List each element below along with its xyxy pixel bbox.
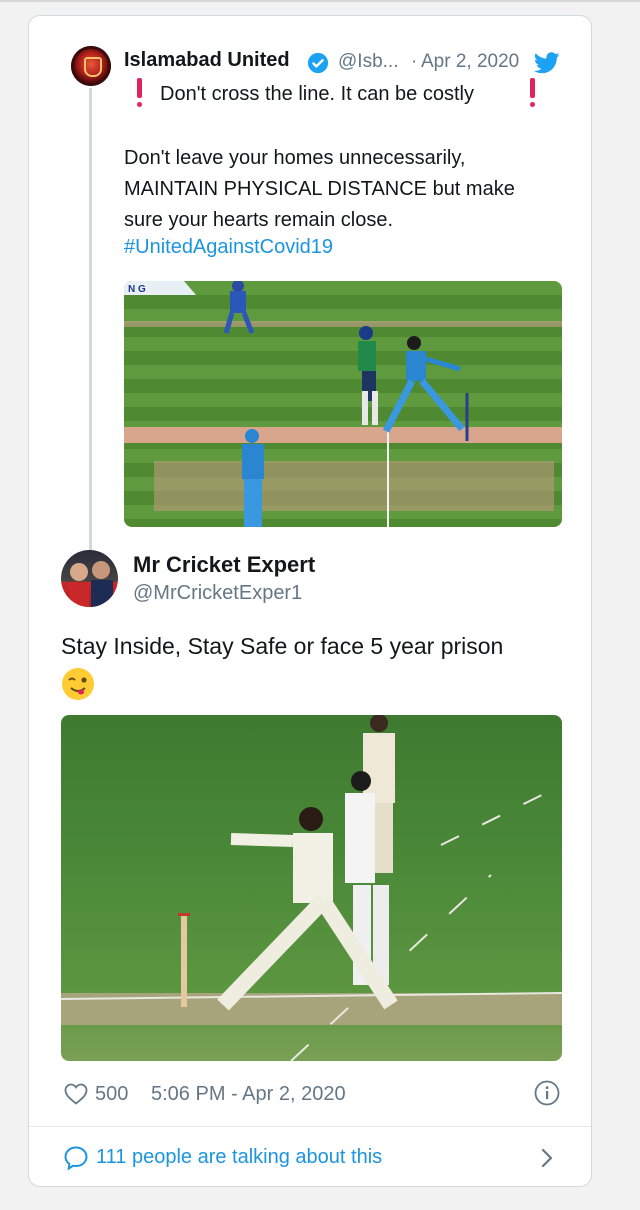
chevron-right-icon[interactable] — [539, 1147, 555, 1169]
heart-icon[interactable] — [64, 1083, 88, 1105]
info-icon[interactable] — [534, 1080, 560, 1106]
date-separator: · — [411, 51, 418, 72]
quoted-tweet-body: Don't leave your homes unnecessarily, MA… — [124, 143, 515, 236]
exclamation-icon-right — [528, 78, 536, 108]
reply-author-handle[interactable]: @MrCricketExper1 — [133, 582, 302, 605]
reply-author-name[interactable]: Mr Cricket Expert — [133, 552, 315, 578]
quoted-tweet-body-line: MAINTAIN PHYSICAL DISTANCE but make — [124, 178, 515, 200]
cricket-run-out-photo[interactable]: N G — [124, 281, 562, 527]
cricket-bowling-photo[interactable] — [61, 715, 562, 1061]
wink-emoji — [62, 668, 94, 700]
reply-tweet-text: Stay Inside, Stay Safe or face 5 year pr… — [61, 633, 504, 659]
photo-illustration-1: N G — [124, 281, 562, 527]
photo-corner-text: N G — [128, 284, 146, 295]
quoted-tweet-date[interactable]: Apr 2, 2020 — [421, 51, 519, 73]
avatar-illustration — [69, 561, 113, 607]
conversation-link[interactable]: 111 people are talking about this — [96, 1146, 382, 1169]
quoted-tweet-body-line: Don't leave your homes unnecessarily, — [124, 147, 466, 169]
top-separator — [0, 0, 640, 2]
mr-cricket-expert-avatar[interactable] — [61, 550, 118, 607]
verified-icon — [307, 52, 329, 74]
exclamation-icon-left — [135, 78, 143, 108]
quoted-tweet-handle[interactable]: @Isb... — [338, 51, 398, 73]
quoted-tweet-author-name[interactable]: Islamabad United — [124, 49, 290, 72]
hashtag-link[interactable]: #UnitedAgainstCovid19 — [124, 236, 333, 259]
twitter-bird-icon[interactable] — [534, 52, 560, 74]
footer-divider — [29, 1126, 591, 1127]
quoted-tweet-body-line: sure your hearts remain close. — [124, 209, 394, 231]
speech-bubble-icon[interactable] — [63, 1145, 89, 1171]
quoted-tweet-headline: Don't cross the line. It can be costly — [160, 83, 474, 105]
thread-connector — [89, 88, 92, 558]
photo-illustration-2 — [61, 715, 562, 1061]
like-count[interactable]: 500 — [95, 1083, 128, 1106]
islamabad-united-avatar[interactable] — [71, 46, 111, 86]
tweet-timestamp[interactable]: 5:06 PM - Apr 2, 2020 — [151, 1083, 346, 1106]
tweet-embed-card: Islamabad United @Isb... · Apr 2, 2020 D… — [28, 15, 592, 1187]
